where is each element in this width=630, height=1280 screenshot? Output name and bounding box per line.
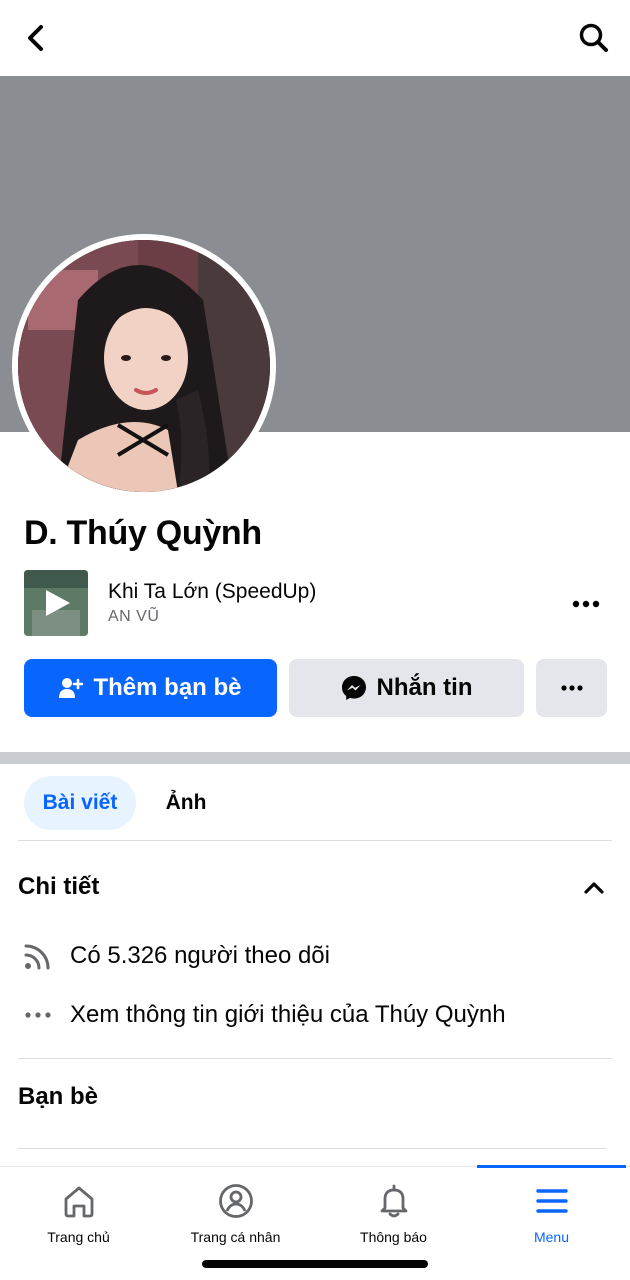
message-button[interactable]: Nhắn tin [289, 659, 524, 717]
add-friend-button[interactable]: Thêm bạn bè [24, 659, 277, 717]
profile-tabs: Bài viết Ảnh [0, 776, 630, 830]
back-button[interactable] [18, 20, 54, 56]
profile-music[interactable]: Khi Ta Lớn (SpeedUp) AN VŨ [24, 570, 614, 636]
avatar-image [18, 240, 270, 492]
followers-text: Có 5.326 người theo dõi [70, 942, 330, 969]
home-icon [59, 1181, 99, 1221]
divider [18, 1148, 606, 1149]
profile-more-button[interactable] [536, 659, 607, 717]
search-button[interactable] [574, 18, 614, 58]
menu-icon [532, 1181, 572, 1221]
tab-posts[interactable]: Bài viết [24, 776, 136, 830]
home-indicator [202, 1260, 428, 1268]
top-bar [0, 0, 630, 76]
messenger-icon [341, 675, 367, 701]
chevron-left-icon [28, 25, 43, 51]
add-friend-label: Thêm bạn bè [93, 674, 242, 701]
nav-profile[interactable]: Trang cá nhân [157, 1167, 314, 1257]
nav-notifications-label: Thông báo [360, 1229, 427, 1245]
more-horizontal-icon [560, 685, 583, 691]
nav-profile-label: Trang cá nhân [190, 1229, 281, 1245]
about-text: Xem thông tin giới thiệu của Thúy Quỳnh [70, 1001, 506, 1028]
profile-icon [216, 1181, 256, 1221]
nav-home[interactable]: Trang chủ [0, 1167, 157, 1257]
nav-menu[interactable]: Menu [473, 1167, 630, 1257]
add-friend-icon [59, 677, 84, 699]
more-horizontal-icon [572, 600, 600, 608]
section-divider [0, 752, 630, 764]
message-label: Nhắn tin [376, 674, 473, 701]
nav-menu-label: Menu [533, 1229, 570, 1245]
profile-name: D. Thúy Quỳnh [24, 514, 262, 552]
chevron-up-icon [584, 882, 604, 894]
friends-title: Bạn bè [18, 1083, 99, 1110]
music-artist: AN VŨ [108, 608, 160, 625]
nav-home-label: Trang chủ [47, 1229, 110, 1245]
music-thumbnail[interactable] [24, 570, 88, 636]
followers-row[interactable]: Có 5.326 người theo dõi [22, 936, 622, 976]
about-row[interactable]: Xem thông tin giới thiệu của Thúy Quỳnh [22, 995, 622, 1035]
more-horizontal-icon [22, 999, 54, 1031]
collapse-details-button[interactable] [582, 876, 606, 900]
bell-icon [374, 1181, 414, 1221]
rss-feed-icon [22, 940, 54, 972]
divider [18, 840, 612, 841]
search-icon [579, 23, 608, 52]
nav-notifications[interactable]: Thông báo [315, 1167, 472, 1257]
music-title: Khi Ta Lớn (SpeedUp) [108, 580, 317, 603]
tab-photos[interactable]: Ảnh [138, 776, 234, 830]
music-more-button[interactable] [566, 590, 606, 618]
profile-avatar[interactable] [12, 234, 276, 498]
details-title: Chi tiết [18, 873, 100, 900]
divider [18, 1058, 612, 1059]
